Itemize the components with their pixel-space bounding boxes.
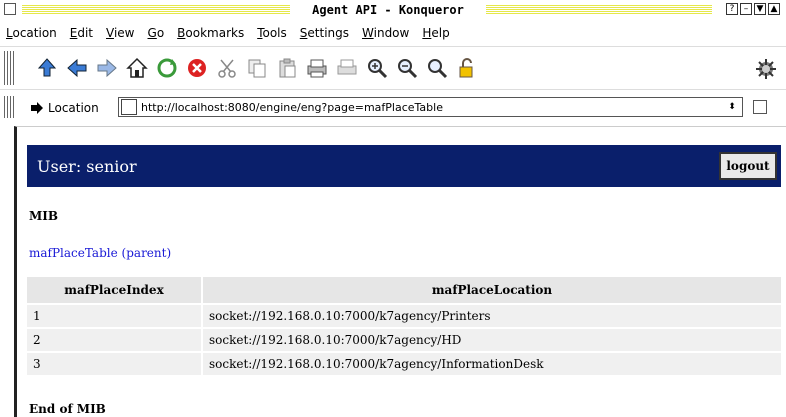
table-row: 2 socket://192.168.0.10:7000/k7agency/HD [27, 329, 781, 351]
location-arrow-icon [31, 102, 43, 114]
table-link[interactable]: mafPlaceTable [29, 246, 118, 260]
cell-index: 3 [27, 353, 203, 375]
find-icon[interactable] [424, 55, 450, 81]
menu-view[interactable]: View [106, 26, 134, 40]
page-icon [121, 99, 137, 115]
location-label-text: Location [48, 101, 99, 115]
cell-index: 1 [27, 305, 203, 327]
print-icon[interactable] [304, 55, 330, 81]
user-header: User: senior logout [27, 145, 781, 187]
cell-location: socket://192.168.0.10:7000/k7agency/Info… [203, 353, 781, 375]
security-icon[interactable] [454, 55, 480, 81]
page-content: User: senior logout MIB mafPlaceTable (p… [14, 126, 786, 417]
window-menu-button[interactable] [4, 3, 16, 15]
window-title: Agent API - Konqueror [290, 3, 486, 17]
title-bar-stripes-left [22, 5, 290, 15]
menu-edit[interactable]: Edit [70, 26, 93, 40]
print-frame-icon[interactable] [334, 55, 360, 81]
forward-icon[interactable] [94, 55, 120, 81]
table-row: 3 socket://192.168.0.10:7000/k7agency/In… [27, 353, 781, 375]
logout-button[interactable]: logout [719, 152, 777, 180]
help-button[interactable]: ? [726, 3, 738, 15]
cut-icon[interactable] [214, 55, 240, 81]
menu-tools[interactable]: Tools [257, 26, 287, 40]
menu-help[interactable]: Help [422, 26, 449, 40]
stop-icon[interactable] [184, 55, 210, 81]
breadcrumb: mafPlaceTable (parent) [29, 246, 171, 260]
mib-heading: MIB [29, 209, 59, 223]
title-bar: Agent API - Konqueror ? – ▼ ▲ [0, 0, 786, 22]
cell-location: socket://192.168.0.10:7000/k7agency/Prin… [203, 305, 781, 327]
main-toolbar [0, 46, 786, 90]
location-bar-grip[interactable] [4, 96, 14, 118]
shade-down-button[interactable]: ▼ [754, 3, 766, 15]
menu-window[interactable]: Window [362, 26, 409, 40]
cell-location: socket://192.168.0.10:7000/k7agency/HD [203, 329, 781, 351]
menu-bookmarks[interactable]: Bookmarks [177, 26, 244, 40]
user-label: User: senior [37, 156, 137, 176]
reload-icon[interactable] [154, 55, 180, 81]
clear-location-icon[interactable] [753, 100, 767, 114]
column-header-location: mafPlaceLocation [203, 277, 781, 303]
home-icon[interactable] [124, 55, 150, 81]
cell-index: 2 [27, 329, 203, 351]
paste-icon[interactable] [274, 55, 300, 81]
zoom-in-icon[interactable] [364, 55, 390, 81]
copy-icon[interactable] [244, 55, 270, 81]
up-icon[interactable] [34, 55, 60, 81]
column-header-index: mafPlaceIndex [27, 277, 203, 303]
menu-bar: Location Edit View Go Bookmarks Tools Se… [0, 22, 786, 44]
url-input[interactable] [141, 100, 701, 114]
menu-location[interactable]: Location [6, 26, 57, 40]
toolbar-grip[interactable] [4, 51, 14, 85]
location-bar: Location ⬍ [0, 94, 786, 122]
location-label: Location [30, 101, 99, 115]
url-field[interactable]: ⬍ [118, 97, 743, 117]
maximize-button[interactable]: ▲ [768, 3, 780, 15]
menu-go[interactable]: Go [148, 26, 165, 40]
url-dropdown-icon[interactable]: ⬍ [726, 101, 738, 113]
table-header-row: mafPlaceIndex mafPlaceLocation [27, 277, 781, 303]
table-row: 1 socket://192.168.0.10:7000/k7agency/Pr… [27, 305, 781, 327]
mib-table: mafPlaceIndex mafPlaceLocation 1 socket:… [27, 275, 781, 377]
zoom-out-icon[interactable] [394, 55, 420, 81]
window-controls: ? – ▼ ▲ [726, 3, 780, 15]
title-bar-stripes-right [486, 5, 712, 15]
minimize-button[interactable]: – [740, 3, 752, 15]
end-of-mib-heading: End of MIB [29, 402, 106, 416]
parent-link[interactable]: (parent) [122, 246, 172, 260]
menu-settings[interactable]: Settings [300, 26, 349, 40]
konqueror-logo-icon [754, 57, 778, 81]
back-icon[interactable] [64, 55, 90, 81]
